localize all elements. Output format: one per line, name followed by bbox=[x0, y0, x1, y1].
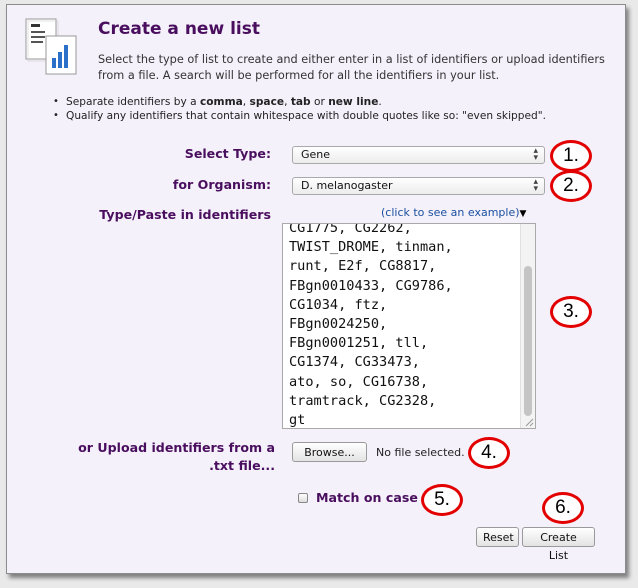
upload-label: or Upload identifiers from a .txt file..… bbox=[78, 440, 275, 473]
reset-button[interactable]: Reset bbox=[476, 527, 519, 547]
identifiers-text[interactable]: CG1775, CG2262, TWIST_DROME, tinman, runt,… bbox=[289, 223, 514, 429]
identifier-line: TWIST_DROME, tinman, bbox=[289, 239, 453, 256]
triangle-down-icon: ▼ bbox=[519, 209, 527, 219]
create-list-button[interactable]: Create List bbox=[522, 527, 595, 562]
callout-5: 5. bbox=[421, 484, 463, 516]
file-status-text: No file selected. bbox=[376, 446, 465, 459]
identifier-line: FBgn0001251, tll, bbox=[289, 335, 429, 352]
select-type-label: Select Type: bbox=[184, 146, 271, 161]
identifier-line: CG1034, ftz, bbox=[289, 296, 388, 313]
tip-quotes: Qualify any identifiers that contain whi… bbox=[53, 109, 623, 123]
document-list-chart-icon bbox=[25, 18, 77, 75]
callout-4: 4. bbox=[468, 437, 510, 469]
create-list-panel: Create a new list Select the type of lis… bbox=[6, 4, 626, 574]
page-title: Create a new list bbox=[98, 19, 260, 39]
textarea-scrollbar[interactable] bbox=[520, 224, 535, 428]
identifier-line: ato, so, CG16738, bbox=[289, 373, 429, 390]
callout-1: 1. bbox=[550, 140, 592, 172]
browse-button[interactable]: Browse... bbox=[292, 442, 367, 462]
identifier-line: gt bbox=[289, 412, 306, 429]
match-case-checkbox[interactable] bbox=[298, 493, 308, 503]
callout-3: 3. bbox=[550, 296, 592, 328]
identifier-line: FBgn0024250, bbox=[289, 316, 388, 333]
intro-text: Select the type of list to create and ei… bbox=[98, 53, 605, 82]
organism-value: D. melanogaster bbox=[301, 179, 393, 192]
identifier-line: CG1775, CG2262, bbox=[289, 223, 412, 236]
example-link[interactable]: (click to see an example)▼ bbox=[381, 206, 526, 219]
identifier-line: CG1374, CG33473, bbox=[289, 354, 420, 371]
tip-separators: Separate identifiers by a comma, space, … bbox=[53, 95, 623, 109]
identifier-line: runt, E2f, CG8817, bbox=[289, 258, 437, 275]
updown-arrows-icon: ▴ ▾ bbox=[533, 146, 538, 163]
organism-label: for Organism: bbox=[172, 177, 271, 192]
identifier-line: FBgn0010433, CG9786, bbox=[289, 277, 453, 294]
select-type-value: Gene bbox=[301, 148, 331, 161]
select-type-dropdown[interactable]: Gene ▴ ▾ bbox=[292, 146, 545, 164]
match-case-label[interactable]: Match on case bbox=[316, 490, 418, 505]
scrollbar-thumb[interactable] bbox=[524, 266, 532, 416]
identifiers-textarea[interactable]: CG1775, CG2262, TWIST_DROME, tinman, runt,… bbox=[282, 223, 536, 429]
resize-grip-icon[interactable] bbox=[524, 417, 534, 427]
paste-identifiers-label: Type/Paste in identifiers bbox=[99, 207, 271, 222]
callout-6: 6. bbox=[542, 492, 584, 524]
tips-list: Separate identifiers by a comma, space, … bbox=[53, 95, 623, 123]
identifier-line: tramtrack, CG2328, bbox=[289, 392, 437, 409]
organism-dropdown[interactable]: D. melanogaster ▴ ▾ bbox=[292, 177, 545, 195]
updown-arrows-icon: ▴ ▾ bbox=[533, 177, 538, 194]
callout-2: 2. bbox=[550, 170, 592, 202]
